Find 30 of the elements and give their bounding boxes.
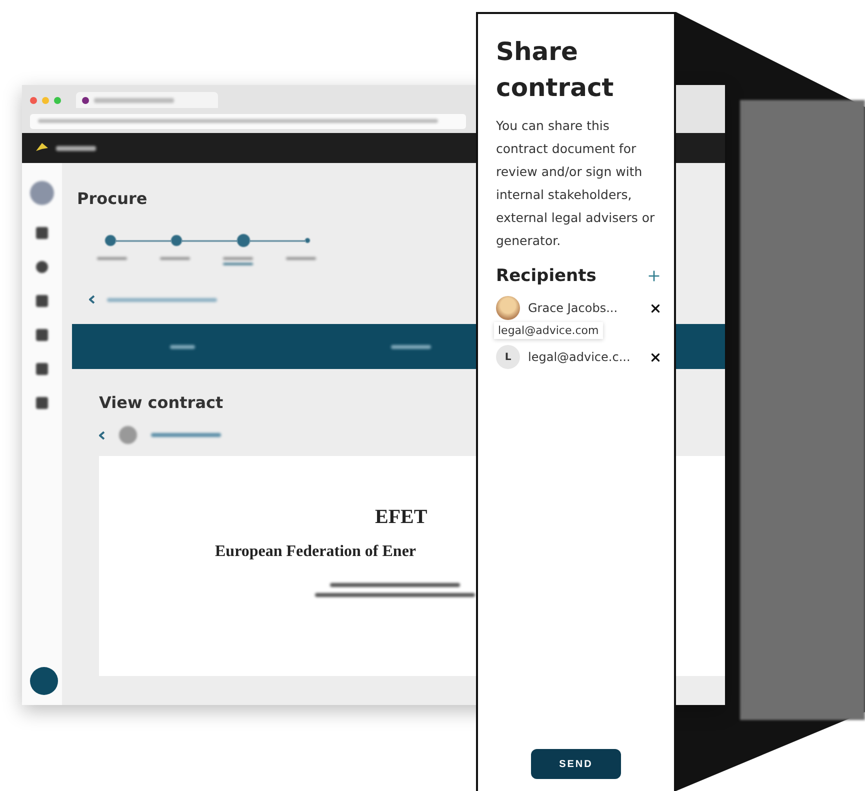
user-avatar[interactable]	[30, 181, 54, 205]
progress-step[interactable]	[171, 235, 182, 246]
progress-step[interactable]	[305, 238, 310, 243]
contract-icon	[119, 426, 137, 444]
progress-step[interactable]	[105, 235, 116, 246]
progress-step[interactable]	[237, 234, 250, 247]
close-icon[interactable]	[649, 350, 662, 364]
sidebar-icon[interactable]	[36, 397, 48, 409]
help-icon[interactable]	[30, 667, 58, 695]
page-title: Procure	[77, 189, 148, 208]
sidebar-icon[interactable]	[36, 261, 48, 273]
recipient-name: Grace Jacobs...	[528, 301, 619, 315]
avatar-photo	[496, 296, 520, 320]
sidebar-icon[interactable]	[36, 329, 48, 341]
panel-title: Share contract	[496, 36, 614, 104]
document-heading: EFET	[375, 506, 428, 529]
add-icon[interactable]	[646, 268, 662, 284]
initial-avatar: L	[496, 345, 520, 369]
section-title: View contract	[99, 393, 224, 412]
sidebar-icon[interactable]	[36, 295, 48, 307]
recipients-heading: Recipients	[496, 266, 596, 286]
document-subheading: European Federation of Ener	[215, 543, 416, 561]
close-icon[interactable]	[649, 302, 662, 314]
send-button[interactable]: SEND	[531, 749, 621, 779]
tooltip: legal@advice.com	[494, 322, 603, 339]
sidebar-icon[interactable]	[36, 363, 48, 375]
sidebar-icon[interactable]	[36, 227, 48, 239]
panel-description: You can share this contract document for review and/or sign with internal stakeholders, external legal advisers or generator.	[496, 117, 656, 250]
recipient-name: legal@advice.c...	[528, 350, 632, 364]
close-window-icon[interactable]	[30, 96, 37, 104]
